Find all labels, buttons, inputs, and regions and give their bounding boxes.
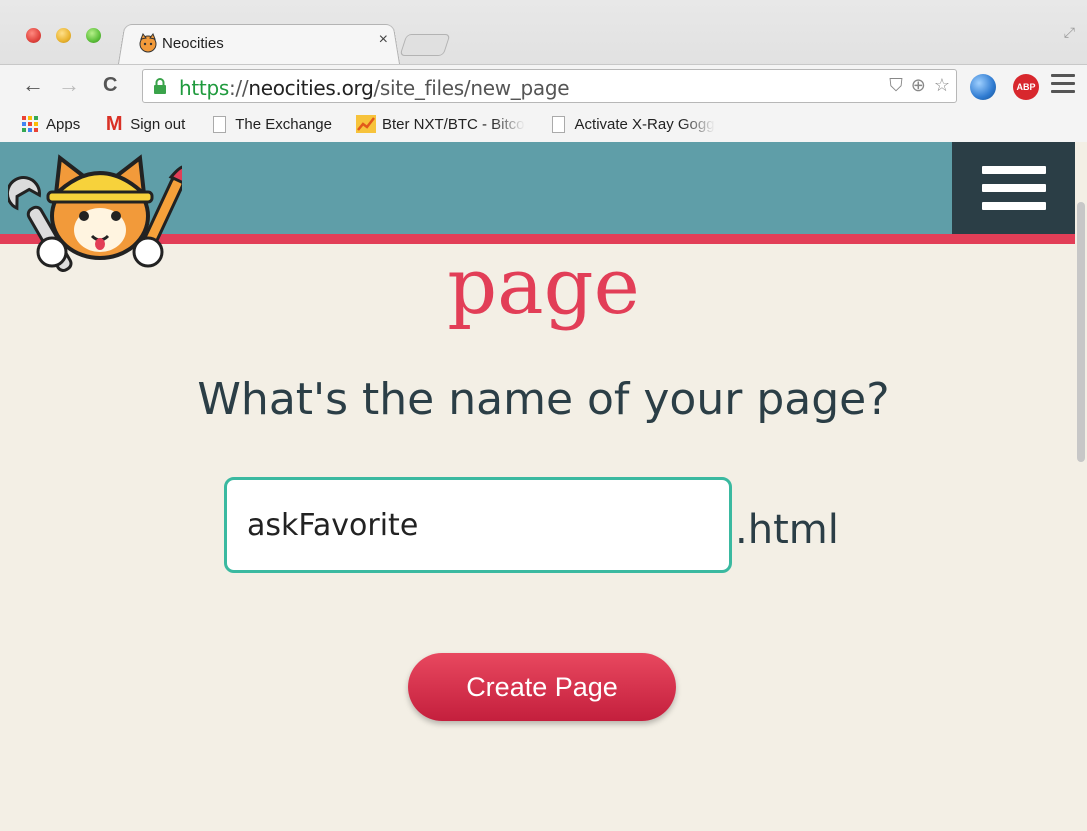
bookmark-bter[interactable]: Bter NXT/BTC - Bitco (355, 115, 525, 133)
page-name-question: What's the name of your page? (197, 374, 890, 425)
chart-trend-icon (355, 115, 376, 133)
navigation-toolbar: ← → C https://neocities.org/site_files/n… (0, 64, 1087, 106)
gmail-icon: M (105, 112, 123, 135)
bookmark-the-exchange[interactable]: The Exchange (209, 115, 332, 133)
adblock-plus-icon[interactable]: ABP (1013, 74, 1039, 100)
back-arrow-icon[interactable]: ← (22, 73, 44, 97)
new-tab-button[interactable] (399, 34, 451, 56)
url-host: neocities.org (248, 76, 374, 100)
bookmark-sign-out[interactable]: M Sign out (104, 112, 186, 135)
bookmark-label: The Exchange (235, 115, 332, 133)
tab-title: Neocities (162, 34, 224, 52)
apps-grid-icon (20, 115, 40, 133)
lock-icon (154, 78, 166, 94)
page-viewport: page What's the name of your page? .html… (0, 142, 1087, 831)
star-icon[interactable]: ☆ (934, 75, 950, 96)
omnibox-icons: ⛉ ⊕ ☆ (889, 75, 950, 96)
browser-chrome: Neocities × ⤢ ← → C https://neocities.or… (0, 0, 1087, 142)
create-page-button[interactable]: Create Page (408, 653, 676, 721)
url-separator: :// (228, 76, 249, 100)
minimize-window-button[interactable] (56, 28, 71, 43)
hamburger-menu-icon[interactable] (952, 142, 1075, 234)
file-extension-label: .html (735, 507, 839, 553)
neocities-cat-icon (139, 33, 157, 53)
document-icon (549, 115, 569, 133)
bookmark-label: Bter NXT/BTC - Bitco (381, 115, 525, 133)
forward-arrow-icon[interactable]: → (58, 73, 80, 97)
bookmark-label: Sign out (130, 115, 186, 133)
reload-icon[interactable]: C (103, 73, 117, 97)
close-window-button[interactable] (26, 28, 41, 43)
url-path: /site_files/new_page (373, 76, 570, 100)
tab-content[interactable]: Neocities × (134, 28, 394, 58)
page-heading: page (447, 242, 640, 332)
address-bar[interactable]: https://neocities.org/site_files/new_pag… (142, 69, 957, 103)
tab-close-icon[interactable]: × (379, 31, 388, 49)
document-icon (209, 115, 229, 133)
zoom-window-button[interactable] (86, 28, 101, 43)
chrome-menu-icon[interactable] (1051, 74, 1075, 96)
bookmark-label: Activate X-Ray Gogg (574, 115, 715, 133)
bookmark-label: Apps (46, 115, 81, 133)
url-scheme: https (179, 76, 229, 100)
zoom-icon[interactable]: ⊕ (911, 75, 926, 96)
bookmark-activate-xray[interactable]: Activate X-Ray Gogg (549, 115, 715, 133)
url-text: https://neocities.org/site_files/new_pag… (179, 76, 570, 100)
shield-icon[interactable]: ⛉ (889, 75, 903, 96)
scrollbar[interactable] (1075, 142, 1087, 831)
bookmarks-bar: Apps M Sign out The Exchange Bter NXT/BT… (0, 106, 1087, 142)
page-name-input[interactable] (224, 477, 732, 573)
bookmark-apps[interactable]: Apps (20, 115, 80, 133)
fullscreen-icon[interactable]: ⤢ (1064, 24, 1075, 41)
scrollbar-thumb[interactable] (1077, 202, 1085, 462)
globe-extension-icon[interactable] (970, 74, 996, 100)
